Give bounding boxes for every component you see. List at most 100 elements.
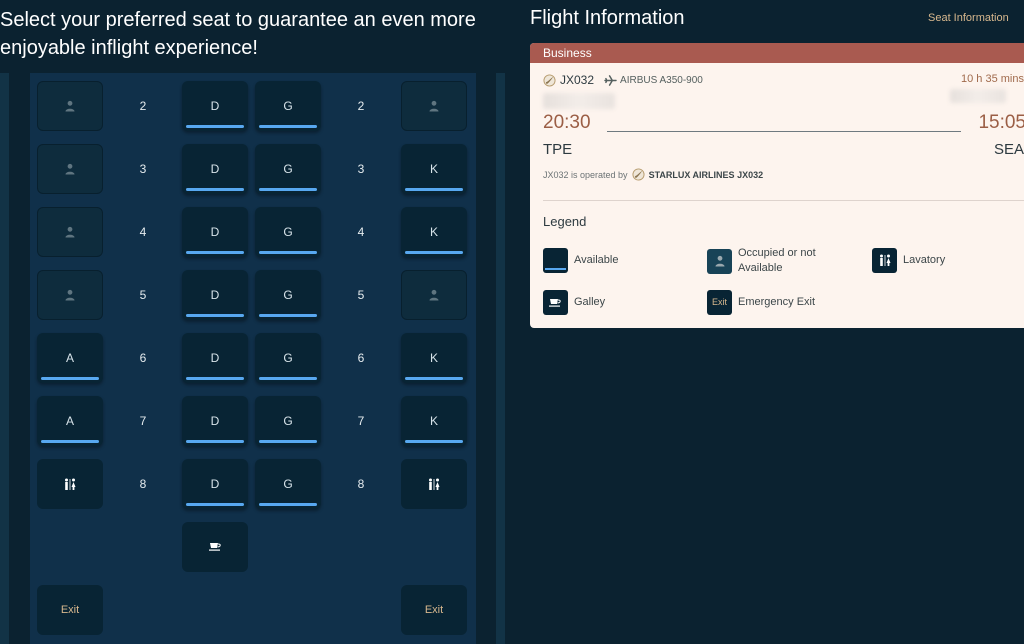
galley: [182, 522, 248, 572]
seat-row7-center-right-available[interactable]: G: [255, 396, 321, 446]
seat-row5-center-right-available[interactable]: G: [255, 270, 321, 320]
row-number: 6: [357, 351, 365, 365]
starlux-logo-icon: [632, 168, 645, 181]
legend-occupied-label: Occupied or not Available: [738, 247, 816, 274]
person-icon: [429, 289, 439, 301]
seat-row7-right-available[interactable]: K: [401, 396, 467, 446]
row-number: 4: [139, 225, 147, 239]
seat-letter: D: [210, 99, 220, 113]
cabin-floor: 2 D G 2 3 D G 3 K 4 D G 4 K 5 D G 5 A 6 D G 6 K A 7 D G 7 K 8 D G 8 Exit Ex…: [30, 73, 476, 644]
seat-row2-center-left-available[interactable]: D: [182, 81, 248, 131]
row-number: 7: [139, 414, 147, 428]
fuselage-left-wall: [0, 73, 9, 644]
seat-row7-left-available[interactable]: A: [37, 396, 103, 446]
aircraft-label: AIRBUS A350-900: [620, 74, 703, 86]
seat-letter: G: [283, 288, 293, 302]
person-icon: [65, 163, 75, 175]
fuselage-right-wall: [496, 73, 505, 644]
row-number: 2: [357, 99, 365, 113]
seat-information-link[interactable]: Seat Information: [928, 12, 1009, 24]
seat-letter: K: [429, 225, 438, 239]
seat-letter: G: [283, 225, 293, 239]
flight-duration: 10 h 35 mins: [961, 73, 1024, 85]
seat-row2-right-occupied: [401, 81, 467, 131]
legend-galley-label: Galley: [574, 296, 606, 308]
row-number: 3: [357, 162, 365, 176]
galley-swatch: [543, 290, 568, 315]
seat-row6-center-right-available[interactable]: G: [255, 333, 321, 383]
lavatory-icon: [65, 478, 76, 490]
person-icon: [715, 255, 724, 267]
seat-letter: G: [283, 351, 293, 365]
seat-letter: D: [210, 414, 220, 428]
seat-letter: K: [429, 351, 438, 365]
seat-row6-center-left-available[interactable]: D: [182, 333, 248, 383]
departure-time: 20:30: [543, 112, 591, 133]
starlux-logo-icon: [543, 73, 556, 87]
seat-row4-center-left-available[interactable]: D: [182, 207, 248, 257]
row-number: 5: [139, 288, 147, 302]
legend-available: Available: [543, 248, 618, 273]
seat-row2-center-right-available[interactable]: G: [255, 81, 321, 131]
seat-letter: D: [210, 288, 220, 302]
row-number: 5: [357, 288, 365, 302]
operated-by: JX032 is operated by STARLUX AIRLINES JX…: [543, 168, 763, 181]
occupied-seat-swatch: [707, 248, 732, 274]
seat-row4-left-occupied: [37, 207, 103, 257]
seat-row6-right-available[interactable]: K: [401, 333, 467, 383]
seat-row2-left-occupied: [37, 81, 103, 131]
seat-letter: D: [210, 162, 220, 176]
seat-letter: D: [210, 351, 220, 365]
seat-row7-center-left-available[interactable]: D: [182, 396, 248, 446]
seat-letter: K: [429, 414, 438, 428]
card-divider: [543, 200, 1024, 201]
row-number: 2: [139, 99, 147, 113]
legend-occupied: Occupied or not Available: [707, 246, 847, 276]
row-number: 4: [357, 225, 365, 239]
seat-map: 2 D G 2 3 D G 3 K 4 D G 4 K 5 D G 5 A 6 D G 6 K A 7 D G 7 K 8 D G 8 Exit Ex…: [0, 73, 516, 644]
seat-row3-center-right-available[interactable]: G: [255, 144, 321, 194]
seat-row5-center-left-available[interactable]: D: [182, 270, 248, 320]
arrival-date-redacted: [950, 89, 1006, 103]
aircraft-type: AIRBUS A350-900: [604, 75, 703, 86]
flight-info-title: Flight Information: [530, 7, 685, 29]
seat-row3-left-occupied: [37, 144, 103, 194]
seat-row3-right-available[interactable]: K: [401, 144, 467, 194]
operating-airline: STARLUX AIRLINES JX032: [648, 169, 764, 180]
person-icon: [65, 289, 75, 301]
coffee-cup-icon: [208, 543, 221, 551]
lavatory: [401, 459, 467, 509]
seat-row4-center-right-available[interactable]: G: [255, 207, 321, 257]
lavatory: [37, 459, 103, 509]
route-line: [607, 131, 961, 132]
person-icon: [65, 100, 75, 112]
arrival-time: 15:05: [978, 112, 1024, 133]
seat-letter: D: [210, 225, 220, 239]
seat-letter: G: [283, 99, 293, 113]
exit-swatch: Exit: [707, 290, 732, 315]
seat-letter: D: [210, 477, 220, 491]
seat-row8-center-right-available[interactable]: G: [255, 459, 321, 509]
seat-letter: A: [65, 414, 74, 428]
exit-right: Exit: [401, 585, 467, 635]
legend-title: Legend: [543, 214, 587, 229]
seat-row5-left-occupied: [37, 270, 103, 320]
cabin-class-header: Business: [530, 43, 1024, 63]
legend-exit: Exit Emergency Exit: [707, 290, 815, 315]
seat-letter: G: [283, 414, 293, 428]
coffee-cup-icon: [549, 298, 561, 307]
exit-left: Exit: [37, 585, 103, 635]
legend-lavatory: Lavatory: [872, 248, 945, 273]
seat-letter: A: [65, 351, 74, 365]
departure-date-redacted: [543, 93, 615, 109]
seat-row6-left-available[interactable]: A: [37, 333, 103, 383]
flight-card: Business JX032 AIRBUS A350-900 10 h 35 m…: [530, 43, 1024, 328]
row-number: 7: [357, 414, 365, 428]
seat-row4-right-available[interactable]: K: [401, 207, 467, 257]
lavatory-swatch: [872, 248, 897, 273]
person-icon: [65, 226, 75, 238]
seat-row8-center-left-available[interactable]: D: [182, 459, 248, 509]
operated-by-prefix: JX032 is operated by: [543, 169, 628, 180]
seat-row3-center-left-available[interactable]: D: [182, 144, 248, 194]
departure-airport-code: TPE: [543, 141, 573, 158]
